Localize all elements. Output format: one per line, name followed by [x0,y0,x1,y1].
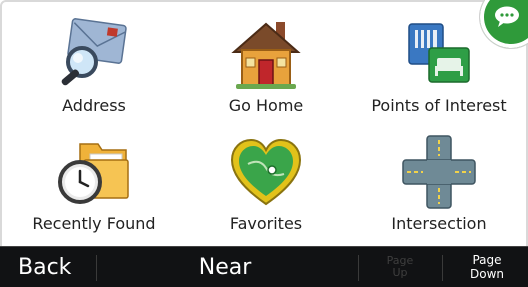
menu-item-go-home-label: Go Home [228,96,304,115]
divider [358,255,359,281]
near-button[interactable]: Near [100,247,350,287]
menu-item-points-of-interest[interactable]: Points of Interest [354,10,524,128]
menu-item-favorites-label: Favorites [229,214,303,233]
menu-item-address-label: Address [62,96,126,115]
page-down-label-line1: Page [472,253,502,267]
heart-icon [226,134,306,210]
menu-item-recently-found[interactable]: Recently Found [10,128,178,246]
menu-item-recently-found-label: Recently Found [32,214,156,233]
address-envelope-magnifier-icon [54,16,134,92]
page-down-button[interactable]: Page Down [452,247,522,287]
road-intersection-icon [399,134,479,210]
menu-item-points-of-interest-label: Points of Interest [371,96,507,115]
where-to-menu-grid: Address Go Home Points of Interest Recen… [10,10,524,246]
page-down-label-line2: Down [469,267,504,281]
page-up-label-line2: Up [392,266,408,279]
bottom-navigation-bar: Back Near Page Up Page Down [0,246,528,287]
divider [96,255,97,281]
back-button[interactable]: Back [18,247,88,287]
page-up-button: Page Up [365,247,435,287]
menu-item-intersection-label: Intersection [391,214,487,233]
divider [442,255,443,281]
menu-item-intersection[interactable]: Intersection [354,128,524,246]
menu-item-address[interactable]: Address [10,10,178,128]
house-icon [226,16,306,92]
poi-map-icon [399,16,479,92]
menu-item-favorites[interactable]: Favorites [178,128,354,246]
menu-item-go-home[interactable]: Go Home [178,10,354,128]
clock-folder-icon [54,134,134,210]
